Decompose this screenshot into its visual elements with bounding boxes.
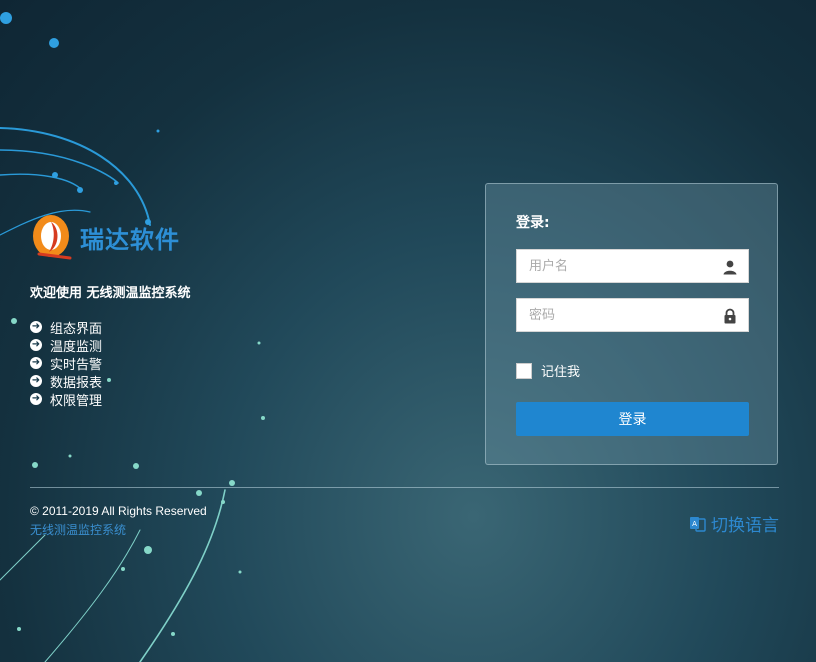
welcome-text: 欢迎使用 无线测温监控系统 <box>30 286 191 301</box>
remember-checkbox[interactable] <box>516 362 532 379</box>
footer-divider <box>30 487 779 488</box>
password-input[interactable] <box>517 299 719 331</box>
svg-text:A: A <box>692 520 697 528</box>
feature-list: ➜ 组态界面 ➜ 温度监测 ➜ 实时告警 ➜ 数据报表 ➜ 权限管理 <box>30 318 103 409</box>
brand-name: 瑞达软件 <box>80 225 180 254</box>
copyright-text: © 2011-2019 All Rights Reserved <box>30 504 207 518</box>
password-field <box>516 298 749 332</box>
language-switch[interactable]: A 切换语言 <box>689 511 779 536</box>
arrow-right-circle-icon: ➜ <box>30 357 42 369</box>
username-input[interactable] <box>517 250 719 282</box>
feature-item: ➜ 温度监测 <box>30 336 103 355</box>
login-title: 登录: <box>516 215 550 231</box>
feature-item: ➜ 数据报表 <box>30 372 103 391</box>
login-panel: 登录: 记住我 登录 <box>485 183 778 465</box>
system-name-link[interactable]: 无线测温监控系统 <box>30 521 126 538</box>
feature-item: ➜ 实时告警 <box>30 354 103 373</box>
feature-label: 权限管理 <box>50 393 103 409</box>
translate-icon: A <box>689 515 706 532</box>
remember-me[interactable]: 记住我 <box>516 361 580 380</box>
feature-item: ➜ 权限管理 <box>30 390 103 409</box>
feature-label: 实时告警 <box>50 357 103 373</box>
lock-icon <box>722 308 738 324</box>
arrow-right-circle-icon: ➜ <box>30 321 42 333</box>
feature-item: ➜ 组态界面 <box>30 318 103 337</box>
language-switch-label: 切换语言 <box>711 516 779 536</box>
feature-label: 组态界面 <box>50 321 103 337</box>
feature-label: 数据报表 <box>50 375 103 391</box>
ruida-logo-icon <box>30 212 76 262</box>
user-icon <box>722 259 738 275</box>
arrow-right-circle-icon: ➜ <box>30 339 42 351</box>
login-button[interactable]: 登录 <box>516 402 749 436</box>
remember-label: 记住我 <box>541 365 581 380</box>
username-field <box>516 249 749 283</box>
brand-logo: 瑞达软件 <box>30 212 180 262</box>
arrow-right-circle-icon: ➜ <box>30 393 42 405</box>
feature-label: 温度监测 <box>50 339 103 355</box>
arrow-right-circle-icon: ➜ <box>30 375 42 387</box>
